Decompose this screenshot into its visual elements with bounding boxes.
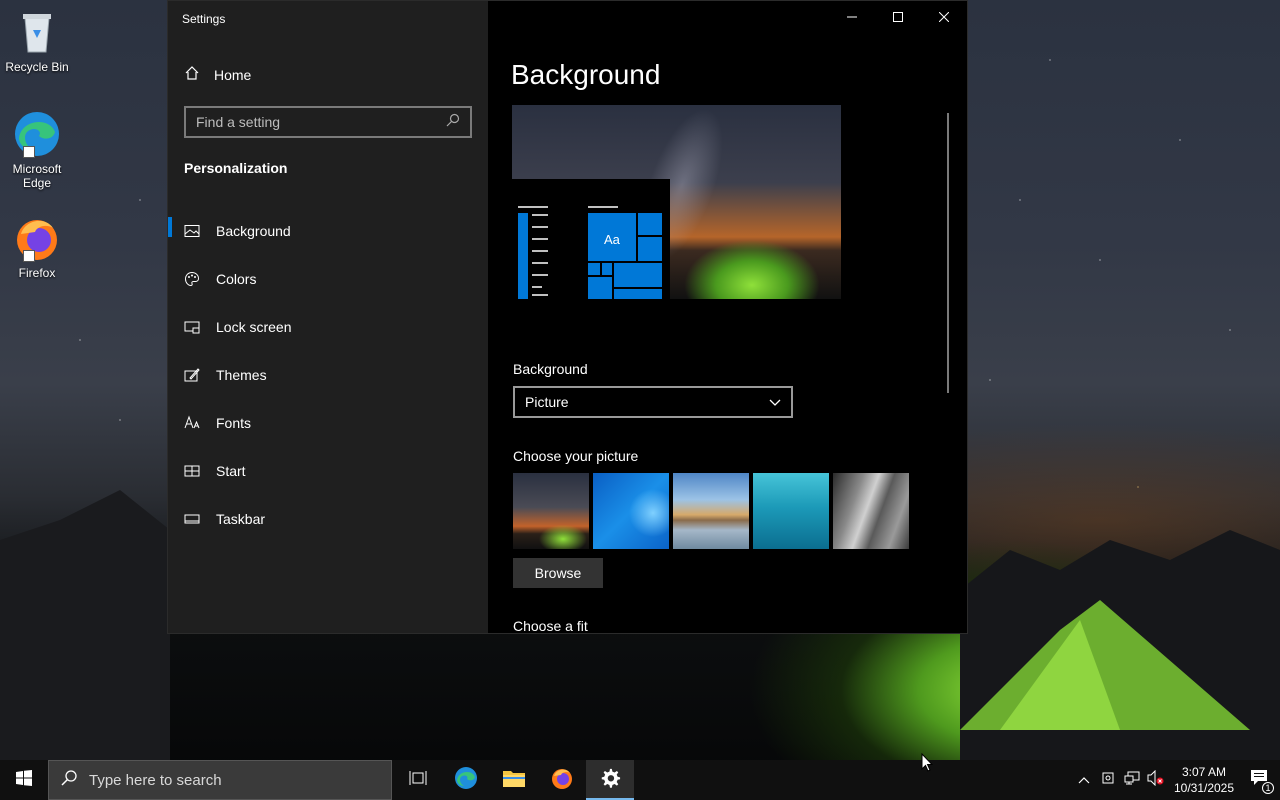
desktop-icon-label: Firefox <box>18 266 56 280</box>
taskbar-search-box <box>48 760 392 800</box>
themes-icon <box>184 367 200 383</box>
edge-icon <box>454 766 478 795</box>
firefox-icon <box>13 214 61 262</box>
taskbar-search-input[interactable] <box>89 771 369 789</box>
gear-icon <box>599 767 621 794</box>
personalization-nav: Background Colors Lock screen Themes Fon… <box>168 207 488 543</box>
start-icon <box>184 463 200 479</box>
window-title: Settings <box>182 12 226 26</box>
picture-thumbnails <box>513 473 909 549</box>
taskbar-file-explorer-button[interactable] <box>490 760 538 800</box>
notification-count-badge: 1 <box>1262 782 1274 794</box>
chevron-up-icon <box>1078 771 1090 789</box>
nav-item-label: Start <box>216 463 246 479</box>
taskbar-icon <box>184 511 200 527</box>
volume-muted-icon <box>1147 769 1165 791</box>
desktop-icon-recycle-bin[interactable]: Recycle Bin <box>2 8 72 74</box>
search-icon[interactable] <box>446 113 460 132</box>
nav-item-start[interactable]: Start <box>168 447 488 495</box>
fonts-icon <box>184 415 200 431</box>
choose-picture-label: Choose your picture <box>513 448 639 464</box>
page-title: Background <box>511 59 661 90</box>
home-label: Home <box>214 66 252 83</box>
taskbar-edge-button[interactable] <box>442 760 490 800</box>
chevron-down-icon <box>769 394 781 410</box>
picture-icon <box>184 223 200 239</box>
content-scrollbar[interactable] <box>947 113 949 393</box>
picture-thumbnail-night-tent[interactable] <box>513 473 589 549</box>
task-view-icon <box>409 770 427 791</box>
taskbar: 3:07 AM 10/31/2025 1 <box>0 760 1280 800</box>
camera-icon <box>1100 770 1116 791</box>
shortcut-arrow-icon <box>23 250 35 262</box>
find-setting-input[interactable] <box>196 114 446 130</box>
task-view-button[interactable] <box>394 760 442 800</box>
nav-item-colors[interactable]: Colors <box>168 255 488 303</box>
mouse-cursor-icon <box>921 752 934 778</box>
nav-item-label: Taskbar <box>216 511 266 527</box>
nav-item-label: Background <box>216 223 291 239</box>
shortcut-arrow-icon <box>23 146 35 158</box>
nav-item-label: Fonts <box>216 415 252 431</box>
background-preview: Aa <box>512 105 841 299</box>
lock-screen-icon <box>184 319 200 335</box>
nav-item-lock-screen[interactable]: Lock screen <box>168 303 488 351</box>
find-setting-search <box>184 106 472 138</box>
background-type-label: Background <box>513 361 588 377</box>
choose-fit-label: Choose a fit <box>513 618 588 633</box>
picture-thumbnail-beach-rocks[interactable] <box>673 473 749 549</box>
background-type-dropdown[interactable]: Picture <box>513 386 793 418</box>
settings-sidebar: Settings Home Personalization Background <box>168 1 488 633</box>
network-button[interactable] <box>1120 760 1144 800</box>
desktop-icon-edge[interactable]: Microsoft Edge <box>2 110 72 190</box>
clock-time: 3:07 AM <box>1181 765 1227 779</box>
desktop-icon-label: Recycle Bin <box>5 60 69 74</box>
nav-item-label: Themes <box>216 367 267 383</box>
network-icon <box>1124 770 1140 791</box>
meet-now-button[interactable] <box>1096 760 1120 800</box>
desktop-icon-label: Microsoft Edge <box>12 162 62 190</box>
show-hidden-icons-button[interactable] <box>1072 760 1096 800</box>
background-settings-content: Background Aa Background Picture Choose … <box>511 1 951 633</box>
nav-item-fonts[interactable]: Fonts <box>168 399 488 447</box>
background-type-value: Picture <box>525 394 569 410</box>
system-tray: 3:07 AM 10/31/2025 1 <box>1072 760 1280 800</box>
action-center-button[interactable]: 1 <box>1240 760 1280 800</box>
nav-item-label: Colors <box>216 271 257 287</box>
home-nav-item[interactable]: Home <box>184 65 251 84</box>
recycle-bin-icon <box>13 8 61 56</box>
windows-logo-icon <box>16 769 32 791</box>
folder-icon <box>502 768 526 793</box>
picture-thumbnail-windows[interactable] <box>593 473 669 549</box>
nav-item-themes[interactable]: Themes <box>168 351 488 399</box>
palette-icon <box>184 271 200 287</box>
firefox-icon <box>550 766 574 795</box>
clock-date: 10/31/2025 <box>1173 781 1235 795</box>
taskbar-settings-button[interactable] <box>586 760 634 800</box>
home-icon <box>184 65 200 84</box>
picture-thumbnail-underwater[interactable] <box>753 473 829 549</box>
start-button[interactable] <box>0 760 48 800</box>
nav-item-label: Lock screen <box>216 319 292 335</box>
section-title: Personalization <box>184 160 288 176</box>
browse-button[interactable]: Browse <box>513 558 603 588</box>
desktop-icon-firefox[interactable]: Firefox <box>2 214 72 280</box>
nav-item-taskbar[interactable]: Taskbar <box>168 495 488 543</box>
taskbar-clock[interactable]: 3:07 AM 10/31/2025 <box>1168 764 1240 796</box>
taskbar-firefox-button[interactable] <box>538 760 586 800</box>
settings-window: Settings Home Personalization Background <box>167 0 968 634</box>
edge-icon <box>13 110 61 158</box>
preview-tile-text: Aa <box>604 232 620 247</box>
preview-start-menu: Aa <box>512 179 670 299</box>
picture-thumbnail-rock-cliff[interactable] <box>833 473 909 549</box>
search-icon <box>61 770 77 790</box>
nav-item-background[interactable]: Background <box>168 207 488 255</box>
volume-button[interactable] <box>1144 760 1168 800</box>
